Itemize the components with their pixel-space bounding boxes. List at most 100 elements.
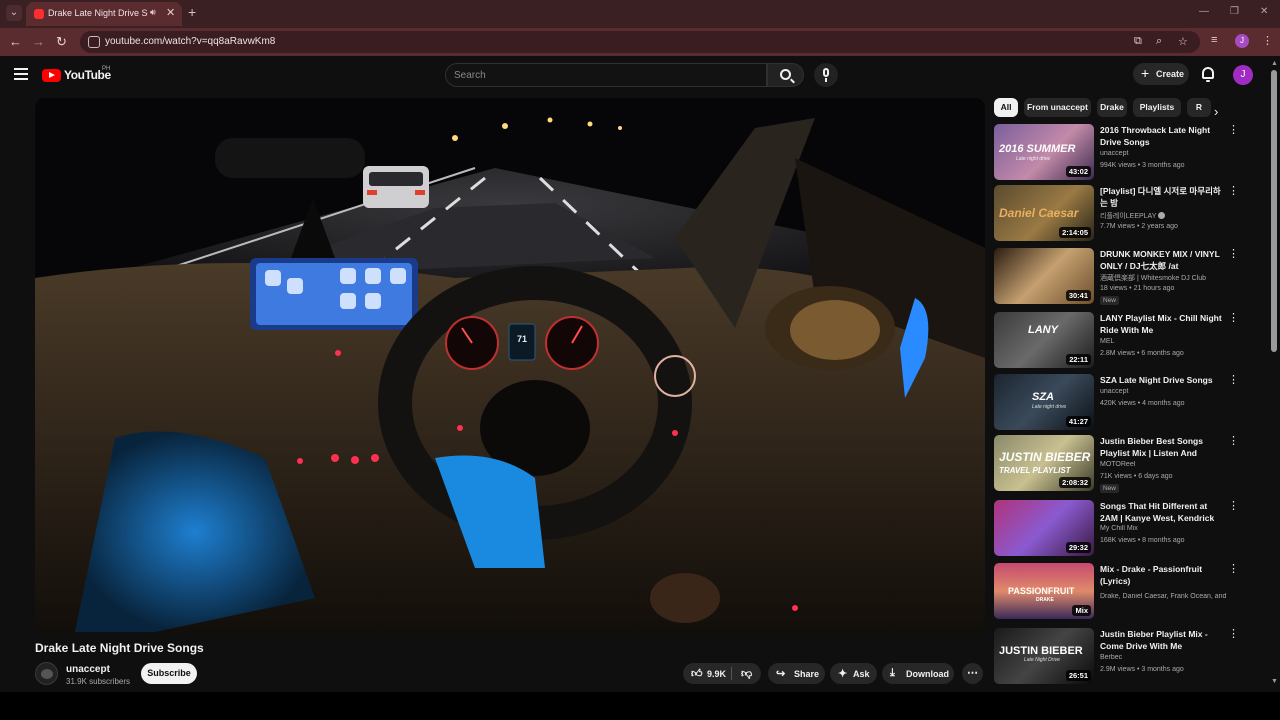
tab-audio-icon[interactable]: 🔊︎ xyxy=(150,7,156,18)
new-tab-icon[interactable]: + xyxy=(188,4,196,20)
chip-from-unaccept[interactable]: From unaccept xyxy=(1024,98,1091,117)
recommendation-title[interactable]: LANY Playlist Mix - Chill Night Ride Wit… xyxy=(1100,312,1224,336)
recommendation-item[interactable]: PASSIONFRUIT DRAKE Mix Mix - Drake - Pas… xyxy=(994,563,1244,621)
more-vertical-icon[interactable]: ⋮ xyxy=(1228,563,1239,575)
thumbnail[interactable]: JUSTIN BIEBER Late Night Drive 26:51 xyxy=(994,628,1094,684)
address-bar[interactable]: youtube.com/watch?v=qq8aRavwKm8 ⧉ ⌕ ☆ xyxy=(80,31,1200,53)
site-info-icon[interactable] xyxy=(88,36,100,48)
like-count[interactable]: 9.9K xyxy=(707,669,726,679)
window-close-icon[interactable]: ✕ xyxy=(1260,6,1268,17)
tab-close-icon[interactable]: ✕ xyxy=(166,6,175,19)
share-button[interactable]: ↪ Share xyxy=(768,663,825,684)
more-actions-button[interactable]: ⋯ xyxy=(962,663,983,684)
recommendation-item[interactable]: LANY 22:11 LANY Playlist Mix - Chill Nig… xyxy=(994,312,1244,370)
chevron-right-icon[interactable]: › xyxy=(1214,104,1218,119)
more-vertical-icon[interactable]: ⋮ xyxy=(1228,628,1239,640)
cast-icon[interactable]: ⧉ xyxy=(1134,35,1142,48)
more-vertical-icon[interactable]: ⋮ xyxy=(1228,374,1239,386)
thumbnail[interactable]: JUSTIN BIEBER TRAVEL PLAYLIST 2:08:32 xyxy=(994,435,1094,491)
bookmark-star-icon[interactable]: ☆ xyxy=(1178,35,1188,48)
more-vertical-icon[interactable]: ⋮ xyxy=(1228,248,1239,260)
page-scrollbar[interactable]: ▲ ▼ xyxy=(1268,58,1280,692)
dislike-icon[interactable]: 👎︎ xyxy=(741,667,752,680)
recommendation-item[interactable]: 29:32 Songs That Hit Different at 2AM | … xyxy=(994,500,1244,558)
more-vertical-icon[interactable]: ⋮ xyxy=(1228,185,1239,197)
recommendation-meta: 168K views • 8 months ago xyxy=(1100,537,1185,544)
browser-toolbar: ← → ↻ youtube.com/watch?v=qq8aRavwKm8 ⧉ … xyxy=(0,28,1280,56)
recommendation-title[interactable]: SZA Late Night Drive Songs xyxy=(1100,374,1224,386)
browser-menu-icon[interactable]: ⋮ xyxy=(1262,34,1273,47)
thumbnail[interactable]: 29:32 xyxy=(994,500,1094,556)
recommendation-meta: 2.9M views • 3 months ago xyxy=(1100,666,1184,673)
recommendation-channel[interactable]: My Chill Mix xyxy=(1100,525,1226,532)
guide-menu-icon[interactable] xyxy=(14,68,28,80)
more-vertical-icon[interactable]: ⋮ xyxy=(1228,312,1239,324)
like-icon[interactable]: 👍︎ xyxy=(691,667,703,680)
zoom-icon[interactable]: ⌕ xyxy=(1156,35,1162,48)
recommendation-item[interactable]: 2016 SUMMER Late night drive 43:02 2016 … xyxy=(994,124,1244,182)
channel-name[interactable]: unaccept xyxy=(66,664,110,675)
browser-tab[interactable]: Drake Late Night Drive Songs 🔊︎ ✕ xyxy=(26,2,182,26)
recommendation-title[interactable]: Songs That Hit Different at 2AM | Kanye … xyxy=(1100,500,1224,524)
minimize-icon[interactable]: — xyxy=(1199,6,1209,17)
recommendation-item[interactable]: JUSTIN BIEBER Late Night Drive 26:51 Jus… xyxy=(994,628,1244,686)
back-icon[interactable]: ← xyxy=(9,34,22,49)
recommendation-channel[interactable]: 리플레이LEEPLAY xyxy=(1100,211,1226,221)
video-title: Drake Late Night Drive Songs xyxy=(35,641,204,655)
ask-button[interactable]: ✦ Ask xyxy=(830,663,877,684)
channel-avatar[interactable] xyxy=(35,662,58,685)
search-button[interactable] xyxy=(767,63,804,87)
notifications-bell-icon[interactable] xyxy=(1202,67,1214,82)
tab-search-icon[interactable]: ⌄ xyxy=(6,5,22,21)
thumbnail[interactable]: 2016 SUMMER Late night drive 43:02 xyxy=(994,124,1094,180)
recommendation-item[interactable]: SZA Late night drive 41:27 SZA Late Nigh… xyxy=(994,374,1244,432)
recommendation-channel[interactable]: Drake, Daniel Caesar, Frank Ocean, and … xyxy=(1100,593,1226,600)
more-vertical-icon[interactable]: ⋮ xyxy=(1228,435,1239,447)
browser-profile-avatar[interactable]: J xyxy=(1235,34,1249,48)
recommendation-title[interactable]: Mix - Drake - Passionfruit (Lyrics) xyxy=(1100,563,1224,587)
create-button[interactable]: + Create xyxy=(1133,63,1189,85)
chip-all[interactable]: All xyxy=(994,98,1018,117)
url-text[interactable]: youtube.com/watch?v=qq8aRavwKm8 xyxy=(105,36,275,47)
chip-drake[interactable]: Drake xyxy=(1097,98,1127,117)
more-vertical-icon[interactable]: ⋮ xyxy=(1228,124,1239,136)
recommendation-channel[interactable]: Berbec xyxy=(1100,654,1226,661)
recommendation-item[interactable]: Daniel Caesar 2:14:05 [Playlist] 다니엘 시저로… xyxy=(994,185,1244,243)
thumbnail[interactable]: SZA Late night drive 41:27 xyxy=(994,374,1094,430)
scroll-down-icon[interactable]: ▼ xyxy=(1271,678,1278,685)
maximize-icon[interactable]: ❐ xyxy=(1230,6,1239,17)
reading-list-icon[interactable]: ≡ xyxy=(1211,34,1217,46)
recommendation-item[interactable]: JUSTIN BIEBER TRAVEL PLAYLIST 2:08:32 Ju… xyxy=(994,435,1244,493)
search-input[interactable] xyxy=(454,68,754,82)
subscribe-button[interactable]: Subscribe xyxy=(141,663,197,684)
thumbnail[interactable]: PASSIONFRUIT DRAKE Mix xyxy=(994,563,1094,619)
recommendation-title[interactable]: DRUNK MONKEY MIX / VINYL ONLY / DJ七太郎 /a… xyxy=(1100,248,1224,272)
scroll-up-icon[interactable]: ▲ xyxy=(1271,60,1278,67)
more-vertical-icon[interactable]: ⋮ xyxy=(1228,500,1239,512)
chip-playlists[interactable]: Playlists xyxy=(1133,98,1181,117)
bottom-band xyxy=(0,692,1280,720)
thumbnail[interactable]: LANY 22:11 xyxy=(994,312,1094,368)
recommendation-title[interactable]: [Playlist] 다니엘 시저로 마무리하는 밤 xyxy=(1100,185,1224,209)
voice-search-button[interactable] xyxy=(814,63,838,87)
recommendation-title[interactable]: Justin Bieber Best Songs Playlist Mix | … xyxy=(1100,435,1224,459)
thumbnail[interactable]: 30:41 xyxy=(994,248,1094,304)
video-player[interactable]: 71 xyxy=(35,98,985,632)
forward-icon[interactable]: → xyxy=(32,34,45,49)
recommendation-channel[interactable]: unaccept xyxy=(1100,150,1226,157)
download-button[interactable]: ⤓ Download xyxy=(882,663,954,684)
recommendation-channel[interactable]: unaccept xyxy=(1100,388,1226,395)
chip-more[interactable]: R xyxy=(1187,98,1211,117)
recommendation-title[interactable]: 2016 Throwback Late Night Drive Songs xyxy=(1100,124,1224,148)
recommendation-channel[interactable]: MOTOReel xyxy=(1100,461,1226,468)
recommendation-channel[interactable]: MEL xyxy=(1100,338,1226,345)
reload-icon[interactable]: ↻ xyxy=(56,34,67,50)
youtube-country-code: PH xyxy=(102,66,111,72)
thumbnail[interactable]: Daniel Caesar 2:14:05 xyxy=(994,185,1094,241)
recommendation-item[interactable]: 30:41 DRUNK MONKEY MIX / VINYL ONLY / DJ… xyxy=(994,248,1244,306)
search-icon xyxy=(780,69,791,80)
account-avatar[interactable]: J xyxy=(1233,65,1253,85)
scrollbar-thumb[interactable] xyxy=(1271,70,1277,352)
recommendation-channel[interactable]: 酒蔵倶楽部 | Whitesmoke DJ Club xyxy=(1100,273,1226,283)
recommendation-title[interactable]: Justin Bieber Playlist Mix - Come Drive … xyxy=(1100,628,1224,652)
